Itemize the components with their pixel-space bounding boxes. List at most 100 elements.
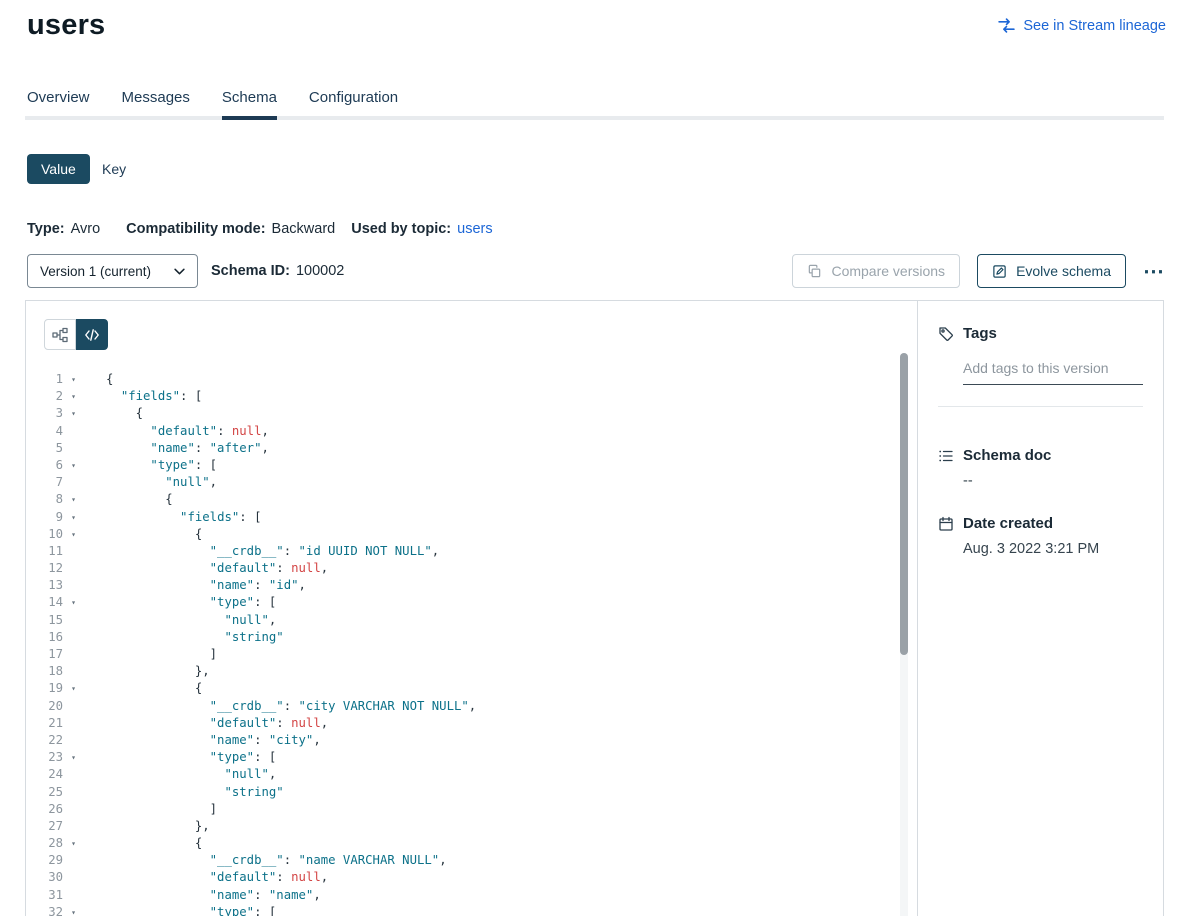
code-text: "null", bbox=[84, 474, 217, 491]
gutter-spacer bbox=[63, 869, 84, 886]
code-line: 23▾ "type": [ bbox=[26, 749, 893, 766]
editor-view-toggle bbox=[44, 319, 108, 350]
gutter-spacer bbox=[63, 543, 84, 560]
stream-lineage-label: See in Stream lineage bbox=[1023, 18, 1166, 34]
code-text: "default": null, bbox=[84, 423, 269, 440]
key-toggle-button[interactable]: Key bbox=[102, 154, 126, 184]
tags-header: Tags bbox=[938, 325, 1143, 342]
scrollbar[interactable] bbox=[900, 353, 908, 916]
line-number: 2 bbox=[26, 388, 63, 405]
line-number: 23 bbox=[26, 749, 63, 766]
version-select[interactable]: Version 1 (current) bbox=[27, 254, 198, 288]
code-text: "name": "id", bbox=[84, 577, 306, 594]
code-text: ] bbox=[84, 801, 217, 818]
code-line: 24 "null", bbox=[26, 766, 893, 783]
code-line: 20 "__crdb__": "city VARCHAR NOT NULL", bbox=[26, 698, 893, 715]
date-created-header: Date created bbox=[938, 515, 1143, 532]
code-line: 12 "default": null, bbox=[26, 560, 893, 577]
code-text: { bbox=[84, 371, 113, 388]
stream-lineage-icon bbox=[998, 17, 1015, 34]
gutter-spacer bbox=[63, 732, 84, 749]
gutter-spacer bbox=[63, 440, 84, 457]
code-line: 5 "name": "after", bbox=[26, 440, 893, 457]
collapse-arrow[interactable]: ▾ bbox=[63, 509, 84, 526]
code-text: "null", bbox=[84, 766, 276, 783]
line-number: 13 bbox=[26, 577, 63, 594]
code-line: 21 "default": null, bbox=[26, 715, 893, 732]
collapse-arrow[interactable]: ▾ bbox=[63, 388, 84, 405]
schema-toolbar: Version 1 (current) Schema ID: 100002 Co… bbox=[27, 254, 1164, 288]
schema-id-label: Schema ID: bbox=[211, 263, 290, 279]
schema-doc-title: Schema doc bbox=[963, 447, 1051, 464]
topic-link[interactable]: users bbox=[457, 221, 492, 237]
tab-schema[interactable]: Schema bbox=[222, 89, 277, 120]
scrollbar-thumb[interactable] bbox=[900, 353, 908, 655]
collapse-arrow[interactable]: ▾ bbox=[63, 371, 84, 388]
stream-lineage-link[interactable]: See in Stream lineage bbox=[998, 17, 1166, 34]
tab-configuration[interactable]: Configuration bbox=[309, 89, 398, 120]
page-title: users bbox=[27, 9, 105, 42]
gutter-spacer bbox=[63, 852, 84, 869]
collapse-arrow[interactable]: ▾ bbox=[63, 526, 84, 543]
code-line: 18 }, bbox=[26, 663, 893, 680]
collapse-arrow[interactable]: ▾ bbox=[63, 749, 84, 766]
evolve-schema-button[interactable]: Evolve schema bbox=[977, 254, 1126, 288]
tab-messages[interactable]: Messages bbox=[122, 89, 190, 120]
collapse-arrow[interactable]: ▾ bbox=[63, 835, 84, 852]
code-line: 9▾ "fields": [ bbox=[26, 509, 893, 526]
code-text: "fields": [ bbox=[84, 509, 262, 526]
schema-meta: Type: Avro Compatibility mode: Backward … bbox=[27, 221, 493, 237]
code-text: "string" bbox=[84, 629, 284, 646]
code-line: 14▾ "type": [ bbox=[26, 594, 893, 611]
collapse-arrow[interactable]: ▾ bbox=[63, 457, 84, 474]
line-number: 3 bbox=[26, 405, 63, 422]
code-text: "default": null, bbox=[84, 560, 328, 577]
collapse-arrow[interactable]: ▾ bbox=[63, 405, 84, 422]
line-number: 5 bbox=[26, 440, 63, 457]
code-line: 1▾{ bbox=[26, 371, 893, 388]
toolbar-actions: Compare versions Evolve schema ⋯ bbox=[792, 254, 1164, 288]
line-number: 16 bbox=[26, 629, 63, 646]
collapse-arrow[interactable]: ▾ bbox=[63, 594, 84, 611]
gutter-spacer bbox=[63, 801, 84, 818]
more-options-button[interactable]: ⋯ bbox=[1143, 254, 1164, 288]
code-line: 8▾ { bbox=[26, 491, 893, 508]
value-toggle-button[interactable]: Value bbox=[27, 154, 90, 184]
code-line: 17 ] bbox=[26, 646, 893, 663]
code-line: 27 }, bbox=[26, 818, 893, 835]
code-view-button[interactable] bbox=[76, 319, 108, 350]
code-text: { bbox=[84, 526, 202, 543]
line-number: 18 bbox=[26, 663, 63, 680]
code-text: { bbox=[84, 491, 173, 508]
gutter-spacer bbox=[63, 698, 84, 715]
gutter-spacer bbox=[63, 784, 84, 801]
collapse-arrow[interactable]: ▾ bbox=[63, 904, 84, 916]
tree-view-button[interactable] bbox=[44, 319, 76, 350]
code-text: "default": null, bbox=[84, 715, 328, 732]
collapse-arrow[interactable]: ▾ bbox=[63, 680, 84, 697]
collapse-arrow[interactable]: ▾ bbox=[63, 491, 84, 508]
code-view-icon bbox=[84, 327, 100, 343]
schema-doc-icon bbox=[938, 448, 954, 464]
code-text: "fields": [ bbox=[84, 388, 202, 405]
tags-input[interactable] bbox=[963, 356, 1143, 385]
code-line: 22 "name": "city", bbox=[26, 732, 893, 749]
compare-versions-button[interactable]: Compare versions bbox=[792, 254, 960, 288]
tag-icon bbox=[938, 326, 954, 342]
date-created-title: Date created bbox=[963, 515, 1053, 532]
code-text: ] bbox=[84, 646, 217, 663]
code-text: { bbox=[84, 680, 202, 697]
compatibility-value: Backward bbox=[272, 221, 336, 237]
line-number: 21 bbox=[26, 715, 63, 732]
gutter-spacer bbox=[63, 818, 84, 835]
line-number: 1 bbox=[26, 371, 63, 388]
code-line: 7 "null", bbox=[26, 474, 893, 491]
date-created-value: Aug. 3 2022 3:21 PM bbox=[963, 541, 1143, 557]
line-number: 4 bbox=[26, 423, 63, 440]
line-number: 19 bbox=[26, 680, 63, 697]
gutter-spacer bbox=[63, 766, 84, 783]
code-text: "default": null, bbox=[84, 869, 328, 886]
tab-overview[interactable]: Overview bbox=[27, 89, 90, 120]
schema-panel: 1▾{2▾ "fields": [3▾ {4 "default": null,5… bbox=[25, 300, 1164, 916]
code-text: }, bbox=[84, 818, 210, 835]
